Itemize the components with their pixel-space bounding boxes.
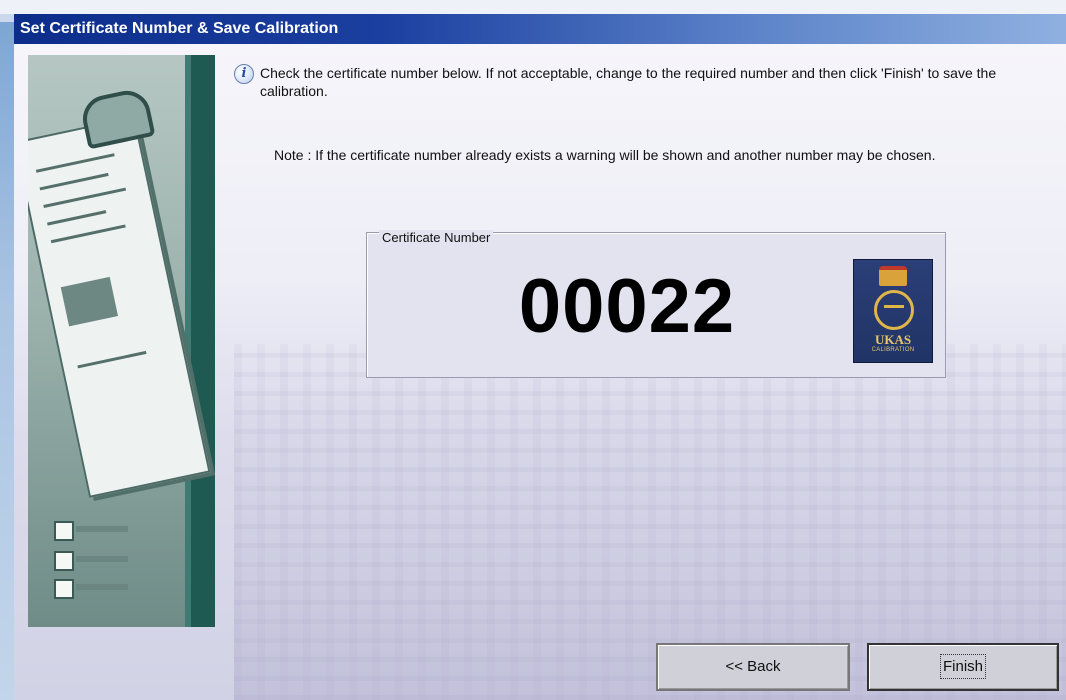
- left-window-edge: [0, 22, 14, 700]
- checkbox-icon: [54, 579, 74, 599]
- title-bar: Set Certificate Number & Save Calibratio…: [14, 14, 1066, 44]
- paper-line: [50, 224, 126, 244]
- emblem-bar: [884, 305, 904, 308]
- ukas-subtext: CALIBRATION: [871, 347, 915, 353]
- instruction-text: Check the certificate number below. If n…: [260, 65, 997, 99]
- ukas-logo-icon: UKAS CALIBRATION: [853, 259, 933, 363]
- crown-icon: [879, 266, 907, 286]
- clipboard-clip: [78, 86, 156, 150]
- finish-button[interactable]: Finish: [867, 643, 1059, 691]
- checkbox-checked-icon: [54, 521, 74, 541]
- paper-line: [43, 187, 127, 208]
- top-edge: [0, 0, 1066, 14]
- ukas-emblem-icon: [874, 290, 914, 330]
- note-text: Note : If the certificate number already…: [274, 147, 936, 163]
- checkbox-icon: [54, 551, 74, 571]
- back-button[interactable]: << Back: [656, 643, 850, 691]
- paper-line: [39, 172, 109, 191]
- window-title: Set Certificate Number & Save Calibratio…: [20, 20, 339, 37]
- checkbox-label-line: [76, 584, 128, 590]
- wizard-window: Set Certificate Number & Save Calibratio…: [0, 0, 1066, 700]
- certificate-number-group: Certificate Number 00022 UKAS CALIBRATIO…: [366, 230, 946, 378]
- checkbox-label-line: [76, 526, 128, 532]
- ukas-text: UKAS: [874, 332, 912, 347]
- info-icon: i: [234, 64, 254, 84]
- clipboard-paper: [28, 116, 211, 498]
- finish-button-label: Finish: [939, 654, 986, 679]
- back-button-label: << Back: [725, 658, 781, 675]
- paper-chart: [60, 276, 118, 327]
- paper-line: [47, 210, 107, 226]
- certificate-number-field[interactable]: 00022: [367, 263, 887, 350]
- banner-stripe-light: [185, 55, 191, 627]
- certificate-number-legend: Certificate Number: [379, 230, 494, 245]
- paper-line: [77, 350, 147, 369]
- paper-line: [35, 153, 115, 173]
- banner-stripe: [191, 55, 215, 627]
- clipboard-illustration-icon: [28, 55, 215, 627]
- checkbox-label-line: [76, 556, 128, 562]
